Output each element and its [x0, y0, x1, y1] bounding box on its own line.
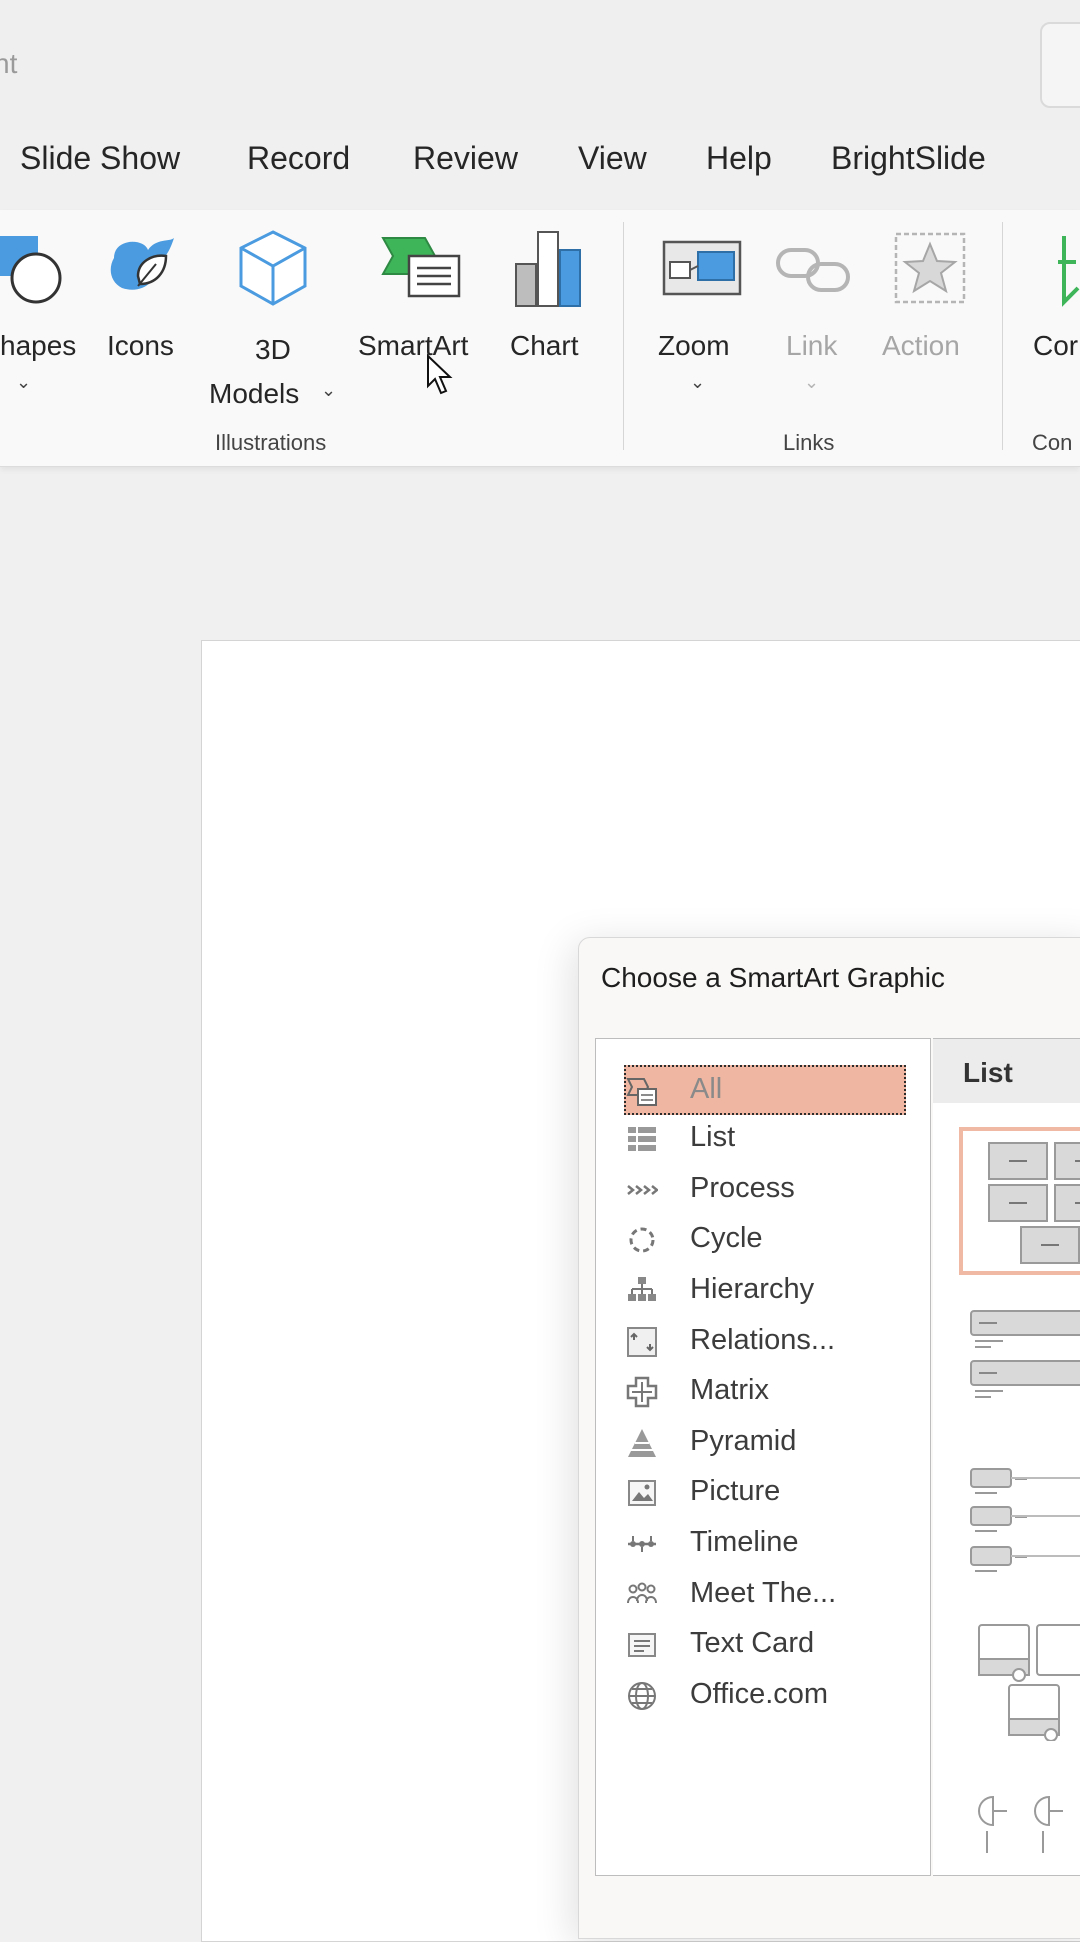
- 3d-models-label-line1: 3D: [255, 334, 291, 365]
- category-label: Picture: [690, 1475, 781, 1507]
- mouse-cursor-icon: [427, 354, 453, 395]
- smartart-button[interactable]: SmartArt: [355, 224, 485, 424]
- text-card-icon: [628, 1633, 656, 1657]
- category-label: Meet The...: [690, 1577, 837, 1609]
- ribbon-separator: [623, 222, 624, 450]
- category-label: Relations...: [690, 1324, 836, 1356]
- category-label: Hierarchy: [690, 1273, 815, 1305]
- comments-group-label: Con: [1032, 430, 1073, 455]
- category-picture[interactable]: Picture: [626, 1469, 906, 1515]
- layout-gallery-header: List: [933, 1039, 1080, 1103]
- action-star-icon: [894, 232, 966, 304]
- category-label: Matrix: [690, 1374, 769, 1406]
- icons-label: Icons: [107, 330, 174, 361]
- category-label: All: [690, 1073, 723, 1105]
- illustrations-group-label: Illustrations: [215, 430, 327, 455]
- layout-gallery: List: [933, 1038, 1080, 1876]
- category-all[interactable]: All: [624, 1065, 906, 1115]
- smartart-icon: [381, 237, 461, 298]
- 3d-models-button[interactable]: 3D Models ⌄: [205, 224, 345, 424]
- timeline-icon: [628, 1536, 656, 1552]
- hierarchy-icon: [628, 1277, 656, 1301]
- chevron-down-icon: ⌄: [16, 372, 32, 392]
- picture-icon: [628, 1480, 656, 1506]
- zoom-icon: [662, 240, 742, 296]
- chevron-down-icon: ⌄: [321, 380, 337, 400]
- list-icon: [628, 1127, 656, 1151]
- comment-label: Cor: [1033, 330, 1079, 361]
- meet-the-team-icon: [627, 1582, 657, 1604]
- matrix-icon: [626, 1376, 658, 1408]
- layout-category-title: List: [963, 1057, 1013, 1088]
- category-label: List: [690, 1121, 736, 1153]
- tab-help[interactable]: Help: [706, 140, 772, 177]
- globe-icon: [628, 1682, 656, 1710]
- chart-button[interactable]: Chart: [500, 224, 600, 424]
- layout-thumbnail-bending-bullet-list[interactable]: [973, 1793, 1080, 1863]
- category-list: All List Process Cycle Hierarchy Relatio…: [595, 1038, 931, 1876]
- category-text-card[interactable]: Text Card: [626, 1621, 906, 1667]
- category-cycle[interactable]: Cycle: [626, 1216, 906, 1262]
- category-relationship[interactable]: Relations...: [626, 1318, 906, 1364]
- chevron-down-icon: ⌄: [804, 372, 820, 392]
- category-label: Text Card: [690, 1627, 815, 1659]
- zoom-label: Zoom: [658, 330, 730, 361]
- zoom-button[interactable]: Zoom ⌄: [650, 224, 750, 424]
- link-label: Link: [786, 330, 838, 361]
- title-bar: nt: [0, 0, 1080, 130]
- ribbon-separator: [1002, 222, 1003, 450]
- window-title: nt: [0, 48, 18, 79]
- smartart-dialog: Choose a SmartArt Graphic All List Proce…: [578, 937, 1080, 1939]
- comment-button[interactable]: Cor: [1020, 224, 1080, 424]
- comment-icon: [1058, 236, 1080, 307]
- category-timeline[interactable]: Timeline: [626, 1520, 906, 1566]
- layout-thumbnail-basic-block-list[interactable]: [959, 1127, 1080, 1277]
- category-label: Office.com: [690, 1678, 829, 1710]
- category-matrix[interactable]: Matrix: [626, 1368, 906, 1414]
- cycle-icon: [629, 1227, 655, 1253]
- bird-leaf-icon: [110, 238, 174, 290]
- link-button[interactable]: Link ⌄: [770, 224, 860, 424]
- relationship-icon: [627, 1327, 657, 1357]
- link-chain-icon: [776, 248, 850, 292]
- category-label: Timeline: [690, 1526, 799, 1558]
- all-icon: [626, 1078, 657, 1106]
- category-office-com[interactable]: Office.com: [626, 1672, 906, 1718]
- category-meet-the-team[interactable]: Meet The...: [626, 1571, 906, 1617]
- title-search-box[interactable]: [1040, 22, 1080, 108]
- layout-thumbnail-vertical-bullet-list[interactable]: [967, 1467, 1080, 1587]
- category-process[interactable]: Process: [626, 1166, 906, 1212]
- category-label: Cycle: [690, 1222, 763, 1254]
- dialog-title: Choose a SmartArt Graphic: [601, 962, 945, 993]
- pyramid-icon: [628, 1429, 656, 1457]
- category-list-item[interactable]: List: [626, 1115, 906, 1161]
- chevron-down-icon: ⌄: [690, 372, 706, 392]
- tab-review[interactable]: Review: [413, 140, 518, 177]
- category-pyramid[interactable]: Pyramid: [626, 1419, 906, 1465]
- bar-chart-icon: [515, 231, 581, 307]
- ribbon-tabs: Slide Show Record Review View Help Brigh…: [0, 140, 1080, 200]
- shapes-label: hapes: [0, 330, 77, 361]
- action-button[interactable]: Action: [876, 224, 986, 424]
- action-label: Action: [882, 330, 960, 361]
- shapes-icon: [0, 236, 62, 304]
- links-group-label: Links: [783, 430, 835, 455]
- layout-thumbnail-picture-caption-list[interactable]: [973, 1621, 1080, 1741]
- chart-label: Chart: [510, 330, 579, 361]
- 3d-models-label-line2: Models: [209, 378, 300, 409]
- process-icon: [627, 1185, 658, 1195]
- cube-icon: [239, 230, 307, 306]
- category-hierarchy[interactable]: Hierarchy: [626, 1267, 906, 1313]
- tab-view[interactable]: View: [578, 140, 647, 177]
- ribbon-insert: hapes ⌄ Icons 3D Models ⌄ SmartArt Chart…: [0, 210, 1080, 467]
- tab-brightslide[interactable]: BrightSlide: [831, 140, 986, 177]
- icons-button[interactable]: Icons: [100, 224, 190, 424]
- category-label: Process: [690, 1172, 795, 1204]
- layout-thumbnail-lined-list[interactable]: [967, 1309, 1080, 1399]
- category-label: Pyramid: [690, 1425, 797, 1457]
- shapes-button[interactable]: hapes ⌄: [0, 224, 80, 424]
- tab-record[interactable]: Record: [247, 140, 350, 177]
- tab-slide-show[interactable]: Slide Show: [20, 140, 180, 177]
